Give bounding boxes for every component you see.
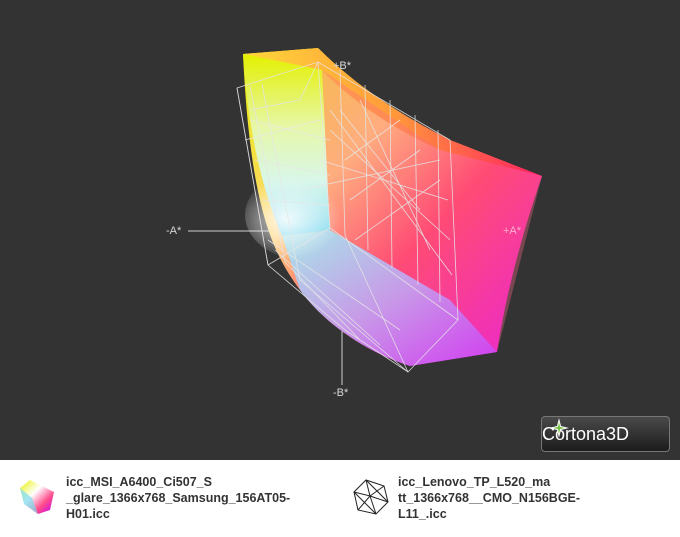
axis-label-a-minus: -A*	[166, 225, 182, 237]
solid-gamut	[243, 48, 542, 366]
legend-item-lenovo[interactable]: icc_Lenovo_TP_L520_ma tt_1366x768__CMO_N…	[348, 474, 663, 522]
cortona-star-icon	[549, 418, 569, 438]
axis-label-b-plus: +B*	[333, 60, 352, 72]
legend: icc_MSI_A6400_Ci507_S _glare_1366x768_Sa…	[0, 460, 680, 537]
legend-item-msi[interactable]: icc_MSI_A6400_Ci507_S _glare_1366x768_Sa…	[16, 474, 331, 522]
wireframe-gamut-icon	[353, 479, 389, 515]
axis-label-a-plus: +A*	[503, 225, 522, 237]
legend-label-lenovo: icc_Lenovo_TP_L520_ma tt_1366x768__CMO_N…	[398, 475, 581, 521]
axis-label-b-minus: -B*	[333, 387, 349, 399]
legend-label-msi: icc_MSI_A6400_Ci507_S _glare_1366x768_Sa…	[66, 475, 291, 521]
color-gamut-solid-icon	[20, 480, 54, 514]
cortona3d-logo[interactable]: Cortona3D	[541, 416, 670, 452]
3d-viewport[interactable]: +B* -A* +A* -B* Cortona3D	[0, 0, 680, 460]
